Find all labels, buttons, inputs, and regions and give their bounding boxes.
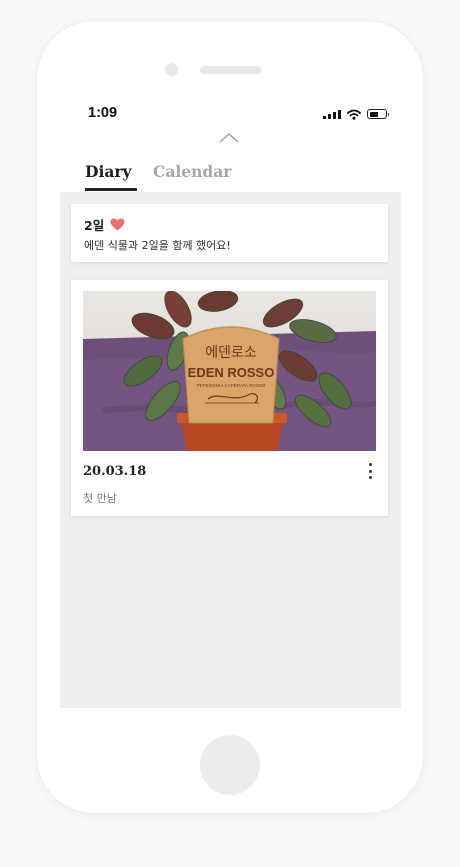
front-camera — [165, 63, 178, 76]
signal-icon — [323, 109, 341, 119]
status-icons — [323, 108, 389, 120]
tab-diary[interactable]: Diary — [85, 162, 132, 181]
home-button[interactable] — [200, 735, 260, 795]
sign-subtitle-text: PEPEROMIA CAPERATA ROSSO — [197, 383, 266, 388]
days-count: 2일 — [84, 215, 125, 234]
tab-bar: Diary Calendar — [60, 158, 401, 192]
sign-title-text: EDEN ROSSO — [188, 365, 275, 380]
diary-entry-card[interactable]: 에덴로소 EDEN ROSSO PEPEROMIA CAPERATA ROSSO… — [71, 280, 388, 516]
active-tab-indicator — [85, 188, 137, 191]
wifi-icon — [347, 109, 361, 120]
chevron-up-icon[interactable] — [219, 132, 239, 144]
together-message: 에덴 식물과 2일을 함께 했어요! — [84, 239, 231, 252]
days-label: 2일 — [84, 218, 105, 233]
more-options-icon[interactable] — [366, 463, 374, 479]
battery-icon — [367, 109, 389, 119]
sign-korean-text: 에덴로소 — [205, 345, 257, 361]
together-days-card: 2일 에덴 식물과 2일을 함께 했어요! — [71, 204, 388, 262]
entry-date: 20.03.18 — [83, 464, 147, 479]
earpiece-speaker — [200, 66, 262, 74]
app-screen: 1:09 Diary Calendar 2일 에덴 식물과 2일을 함께 했어요… — [60, 96, 401, 708]
diary-content: 2일 에덴 식물과 2일을 함께 했어요! 에덴로소 EDEN ROSSO PE… — [60, 192, 401, 708]
heart-icon — [110, 218, 125, 231]
plant-photo[interactable]: 에덴로소 EDEN ROSSO PEPEROMIA CAPERATA ROSSO — [83, 291, 376, 451]
status-time: 1:09 — [88, 105, 118, 121]
battery-level — [369, 111, 378, 117]
tab-calendar[interactable]: Calendar — [153, 162, 231, 181]
entry-caption: 첫 만남 — [83, 492, 117, 505]
status-bar: 1:09 — [60, 96, 401, 132]
